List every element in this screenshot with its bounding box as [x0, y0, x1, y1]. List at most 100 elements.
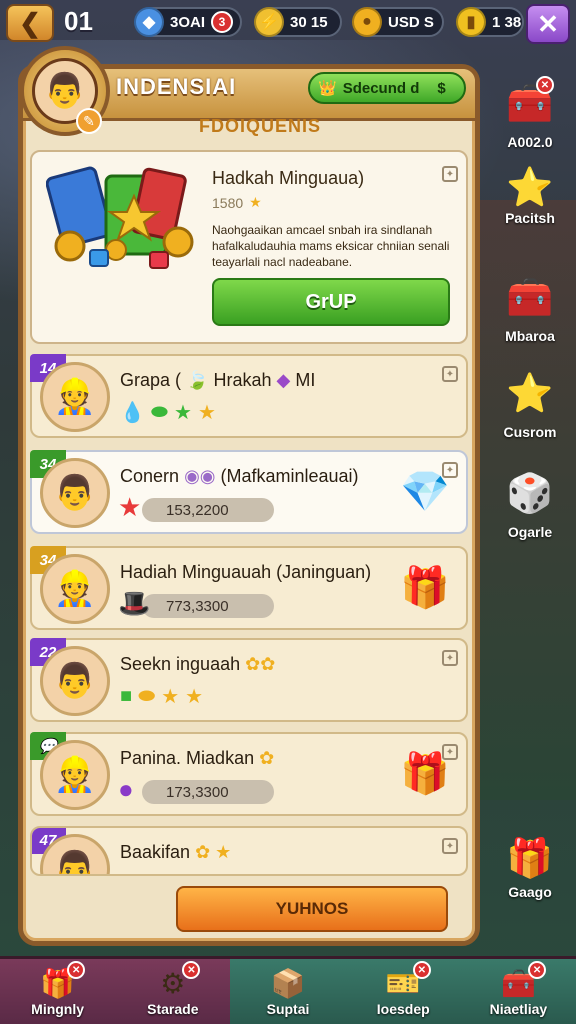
gold-star-icon: ★ — [185, 686, 204, 708]
sidebar-label: Pacitsh — [505, 210, 555, 226]
flower-icon: ✿✿ — [245, 654, 276, 674]
row-title: Grapa ( 🍃 Hrakah ◆ MI — [120, 370, 315, 391]
sidebar-label: A002.0 — [507, 134, 553, 150]
chevron-left-icon: ❮ — [19, 7, 41, 38]
info-icon[interactable]: ✦ — [442, 166, 458, 182]
star-icon: ⭐ — [506, 373, 554, 415]
featured-description: Naohgaaikan amcael snbah ira sindlanah h… — [212, 223, 450, 269]
alert-badge: ✕ — [528, 961, 547, 979]
alert-badge: ✕ — [536, 76, 554, 94]
red-gift-icon: 🎁 — [400, 566, 450, 610]
row-name: Seekn inguaah — [120, 654, 241, 674]
info-icon[interactable]: ✦ — [442, 462, 458, 478]
row-name: Baakifan — [120, 842, 191, 862]
back-button[interactable]: ❮ — [6, 4, 54, 42]
close-button[interactable]: ✕ — [526, 4, 570, 44]
sidebar-item-pacitsh[interactable]: ⭐ Pacitsh — [494, 167, 566, 242]
info-icon[interactable]: ✦ — [442, 838, 458, 854]
red-star-icon: ★ — [118, 492, 142, 522]
flower-icon: ✿ ★ — [195, 842, 232, 862]
sidebar-item-ogarle[interactable]: 🎲 Ogarle — [494, 466, 566, 540]
nav-item-niaetliay[interactable]: 🧰 ✕ Niaetliay — [460, 959, 576, 1024]
player-portrait-icon: 👷 — [40, 740, 110, 810]
reward-value: 153,2200 — [142, 498, 274, 522]
row-name-tail: Hrakah — [213, 370, 272, 390]
resource-energy[interactable]: ⚡ 30 15 — [254, 7, 342, 37]
resource-value: 1 38 — [492, 13, 522, 31]
card-deck-art-icon — [46, 166, 194, 269]
gold-crate-icon: 🧰 ✕ — [500, 76, 560, 132]
green-star-icon: ★ — [174, 402, 192, 424]
gold-coin-icon: ● — [352, 7, 382, 37]
player-portrait-icon: 👨 — [40, 458, 110, 528]
sidebar-item-crate[interactable]: 🧰 ✕ A002.0 — [494, 76, 566, 150]
top-hat-icon: 🎩 — [118, 588, 151, 618]
primary-action-button[interactable]: YUHNOS — [176, 886, 448, 932]
sidebar-label: Gaago — [508, 884, 552, 900]
nav-item-mingnly[interactable]: 🎁 ✕ Mingnly — [0, 959, 115, 1024]
eggplant-icon: ● — [118, 774, 134, 804]
status-pill[interactable]: 👑 Sdecund d $ — [308, 72, 466, 104]
gem-icon: ◆ — [276, 370, 291, 390]
player-portrait-icon: 👨 — [40, 646, 110, 716]
nav-item-ioesdep[interactable]: 🎫 ✕ Ioesdep — [345, 959, 461, 1024]
notification-badge: 3 — [211, 11, 234, 33]
row-title: Seekn inguaah ✿✿ — [120, 654, 275, 675]
row-name: Grapa ( — [120, 370, 182, 390]
gold-coin-icon: ⬬ — [138, 685, 156, 707]
edit-avatar-icon[interactable]: ✎ — [76, 108, 102, 134]
token-icon: ▮ — [456, 7, 486, 37]
row-name-tail: (Mafkaminleauai) — [220, 466, 359, 486]
list-item[interactable]: 14 👷 Grapa ( 🍃 Hrakah ◆ MI 💧 ⬬ ★ ★ ✦ — [30, 354, 468, 438]
reward-items: 💧 ⬬ ★ ★ — [120, 400, 216, 425]
player-portrait-icon: 👷 — [40, 362, 110, 432]
nav-item-starade[interactable]: ⚙ ✕ Starade — [115, 959, 230, 1024]
nav-label: Starade — [147, 1000, 199, 1017]
sidebar-label: Mbaroa — [505, 328, 555, 344]
alert-badge: ✕ — [67, 961, 86, 979]
list-item[interactable]: 34 👨 Conern ◉◉ (Mafkaminleauai) 153,2200… — [30, 450, 468, 534]
list-item[interactable]: 34 👷 Hadiah Minguauah (Janinguan) 773,33… — [30, 546, 468, 630]
sidebar-item-gaago[interactable]: 🎁 Gaago — [494, 836, 566, 916]
sidebar-item-cusrom[interactable]: ⭐ Cusrom — [494, 366, 566, 440]
water-drop-icon: 💧 — [120, 402, 145, 424]
box-icon: 📦 — [270, 967, 306, 999]
sidebar-label: Ogarle — [507, 524, 553, 540]
resource-gems[interactable]: ◆ 3OAI 3 — [134, 7, 242, 37]
blue-gem-icon: ◆ — [134, 7, 164, 37]
reward-items: ■ ⬬ ★ ★ — [120, 684, 203, 709]
nav-label: Mingnly — [31, 1000, 85, 1017]
player-level: 01 — [64, 6, 93, 36]
gold-crate-icon: 🧰 — [506, 277, 554, 319]
star-icon: ★ — [249, 194, 262, 210]
list-item[interactable]: 💬 👷 Panina. Miadkan ✿ 173,3300 ● 🎁 ✦ — [30, 732, 468, 816]
info-icon[interactable]: ✦ — [442, 744, 458, 760]
resource-tokens[interactable]: ▮ 1 38 — [456, 7, 524, 37]
list-item[interactable]: 47 👨 Baakifan ✿ ★ ✦ — [30, 826, 468, 876]
alert-badge: ✕ — [412, 961, 431, 979]
panel-title: INDENSIAI — [116, 74, 237, 99]
list-item[interactable]: 22 👨 Seekn inguaah ✿✿ ■ ⬬ ★ ★ ✦ — [30, 638, 468, 722]
resource-value: USD S — [388, 13, 434, 31]
row-name-suffix: MI — [295, 370, 316, 390]
featured-claim-button[interactable]: GrUP — [212, 278, 450, 326]
row-name: Conern — [120, 466, 180, 486]
alert-badge: ✕ — [182, 961, 201, 979]
resource-coins[interactable]: ● USD S — [352, 7, 444, 37]
row-title: Panina. Miadkan ✿ — [120, 748, 274, 769]
nav-item-suptai[interactable]: 📦 Suptai — [230, 959, 346, 1024]
close-icon: ✕ — [537, 8, 559, 39]
nav-label: Niaetliay — [489, 1000, 548, 1017]
featured-reward-card: Hadkah Minguaua) 1580 ★ Naohgaaikan amca… — [30, 150, 468, 344]
gift-box-icon: 🎁 — [506, 838, 554, 880]
reward-value: 173,3300 — [142, 780, 274, 804]
sidebar-item-mbaroa[interactable]: 🧰 Mbaroa — [494, 270, 566, 344]
gem-pair-icon: ◉◉ — [184, 466, 216, 486]
sidebar-label: Cusrom — [503, 424, 557, 440]
featured-subvalue: 1580 ★ — [212, 194, 262, 211]
lightning-icon: ⚡ — [254, 7, 284, 37]
info-icon[interactable]: ✦ — [442, 650, 458, 666]
status-value: $ — [437, 79, 446, 97]
info-icon[interactable]: ✦ — [442, 366, 458, 382]
player-portrait-icon: 👷 — [40, 554, 110, 624]
